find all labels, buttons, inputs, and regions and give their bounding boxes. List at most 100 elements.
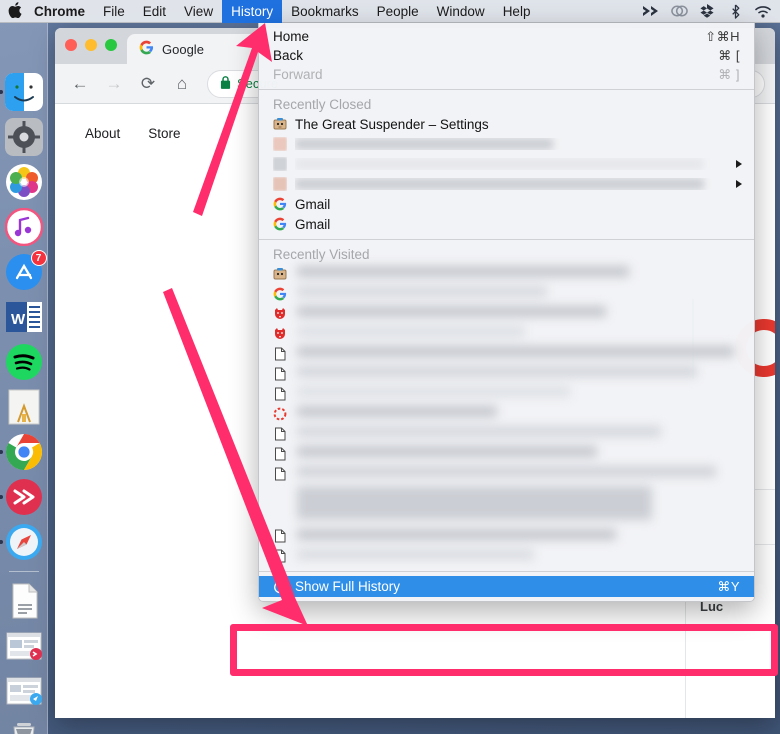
desktop-screen: Google ← → ⟳ ⌂ Secure About Store <box>0 0 780 734</box>
window-traffic-lights[interactable] <box>65 39 117 51</box>
svg-text:W: W <box>11 311 26 328</box>
suspender-robot-icon <box>273 117 287 131</box>
recently-visited-item[interactable] <box>259 424 754 444</box>
recently-closed-item[interactable] <box>259 154 754 174</box>
recently-visited-item[interactable] <box>259 284 754 304</box>
forward-button[interactable]: → <box>99 69 129 99</box>
back-button[interactable]: ← <box>65 69 95 99</box>
menubar-item-history[interactable]: History <box>222 0 283 23</box>
recently-visited-item[interactable] <box>259 384 754 404</box>
blurred-favicon <box>273 137 287 151</box>
recently-closed-item-gmail[interactable]: Gmail <box>259 214 754 234</box>
recently-visited-item[interactable] <box>259 324 754 344</box>
recently-visited-item[interactable] <box>259 546 754 566</box>
recently-visited-item[interactable] <box>259 344 754 364</box>
minimize-window-button[interactable] <box>85 39 97 51</box>
blurred-favicon <box>273 157 287 171</box>
dock-item-safari[interactable] <box>0 523 43 561</box>
running-indicator-dot <box>0 90 3 94</box>
google-g-icon <box>273 217 287 231</box>
dock-item-finder[interactable] <box>0 73 43 111</box>
menubar-item-people[interactable]: People <box>368 0 428 23</box>
dock-item-google-chrome[interactable] <box>0 433 43 471</box>
dock-item-microsoft-word[interactable]: W <box>5 298 43 336</box>
google-g-icon <box>139 40 154 58</box>
recently-closed-label: Gmail <box>295 196 331 212</box>
menubar-item-window[interactable]: Window <box>428 0 494 23</box>
menu-item-label: Forward <box>273 67 323 82</box>
dock-item-sketch-drawing-app[interactable] <box>5 388 43 426</box>
creative-cloud-icon[interactable] <box>666 4 692 18</box>
suspender-robot-icon <box>273 267 287 281</box>
home-button[interactable]: ⌂ <box>167 69 197 99</box>
recently-visited-item[interactable] <box>259 364 754 384</box>
dock-item-photos[interactable] <box>5 163 43 201</box>
menu-header-recently-visited: Recently Visited <box>273 246 370 262</box>
recently-visited-item[interactable] <box>259 464 754 484</box>
double-chevron-icon[interactable] <box>638 4 664 18</box>
red-dog-icon <box>273 327 287 341</box>
app-store-badge: 7 <box>30 250 47 266</box>
dock-item-itunes[interactable] <box>4 208 43 246</box>
macos-dock: 7 W <box>0 23 48 734</box>
menu-item-home[interactable]: Home ⇧⌘H <box>259 27 754 46</box>
menubar-item-view[interactable]: View <box>175 0 222 23</box>
dock-item-app-store[interactable]: 7 <box>5 250 47 291</box>
recently-closed-item[interactable] <box>259 174 754 194</box>
highlight-box-show-full-history <box>230 624 778 676</box>
recently-closed-item[interactable]: The Great Suspender – Settings <box>259 114 754 134</box>
recently-visited-item[interactable] <box>259 304 754 324</box>
running-indicator-dot <box>0 450 3 454</box>
red-dashed-circle-icon <box>273 407 287 421</box>
menubar-item-help[interactable]: Help <box>494 0 540 23</box>
menubar-item-edit[interactable]: Edit <box>134 0 175 23</box>
recently-visited-item[interactable] <box>259 444 754 464</box>
dock-item-system-preferences[interactable] <box>4 118 43 156</box>
about-link[interactable]: About <box>85 126 120 141</box>
history-dropdown-menu: Home ⇧⌘H Back ⌘ [ Forward ⌘ ] Recently C… <box>258 23 755 602</box>
red-dog-icon <box>273 307 287 321</box>
document-icon <box>273 549 287 563</box>
store-link[interactable]: Store <box>148 126 180 141</box>
recently-visited-item[interactable] <box>259 404 754 424</box>
document-icon <box>273 367 287 381</box>
google-g-icon <box>273 197 287 211</box>
recently-visited-item[interactable] <box>259 526 754 546</box>
wifi-icon[interactable] <box>750 5 776 18</box>
menu-separator <box>259 239 754 240</box>
menubar-item-chrome[interactable]: Chrome <box>30 0 94 23</box>
apple-logo-icon[interactable] <box>0 2 30 20</box>
dock-item-spotify[interactable] <box>5 343 43 381</box>
menubar-item-bookmarks[interactable]: Bookmarks <box>282 0 368 23</box>
menu-item-label: Home <box>273 29 310 44</box>
dock-item-minimized-window-one[interactable] <box>5 627 43 665</box>
macos-menu-bar: Chrome File Edit View History Bookmarks … <box>0 0 780 23</box>
blurred-title <box>295 138 740 150</box>
close-window-button[interactable] <box>65 39 77 51</box>
menubar-item-file[interactable]: File <box>94 0 134 23</box>
recently-visited-item[interactable] <box>259 484 754 526</box>
maximize-window-button[interactable] <box>105 39 117 51</box>
dock-item-trash[interactable] <box>5 717 43 734</box>
menu-item-shortcut: ⌘ ] <box>718 66 740 82</box>
menu-item-shortcut: ⇧⌘H <box>705 28 740 44</box>
menu-item-show-full-history[interactable]: Show Full History ⌘Y <box>259 576 754 597</box>
reload-button[interactable]: ⟳ <box>133 69 163 99</box>
menu-item-back[interactable]: Back ⌘ [ <box>259 46 754 65</box>
recently-closed-item[interactable] <box>259 134 754 154</box>
menu-header-recently-closed: Recently Closed <box>273 96 372 112</box>
menu-item-label: Show Full History <box>295 579 401 594</box>
recently-visited-item[interactable] <box>259 264 754 284</box>
bluetooth-icon[interactable] <box>722 3 748 19</box>
menu-item-label: Back <box>273 48 304 63</box>
blurred-title <box>295 158 740 170</box>
dropbox-icon[interactable] <box>694 3 720 19</box>
dock-divider <box>8 571 39 572</box>
recently-closed-item-gmail[interactable]: Gmail <box>259 194 754 214</box>
clock-history-icon <box>273 580 287 594</box>
menubar-status-icons <box>638 3 780 19</box>
dock-item-document-file[interactable] <box>5 582 43 620</box>
dock-item-red-arrow-app[interactable] <box>0 478 43 516</box>
dock-item-minimized-window-two[interactable] <box>5 672 43 710</box>
running-indicator-dot <box>0 540 3 544</box>
